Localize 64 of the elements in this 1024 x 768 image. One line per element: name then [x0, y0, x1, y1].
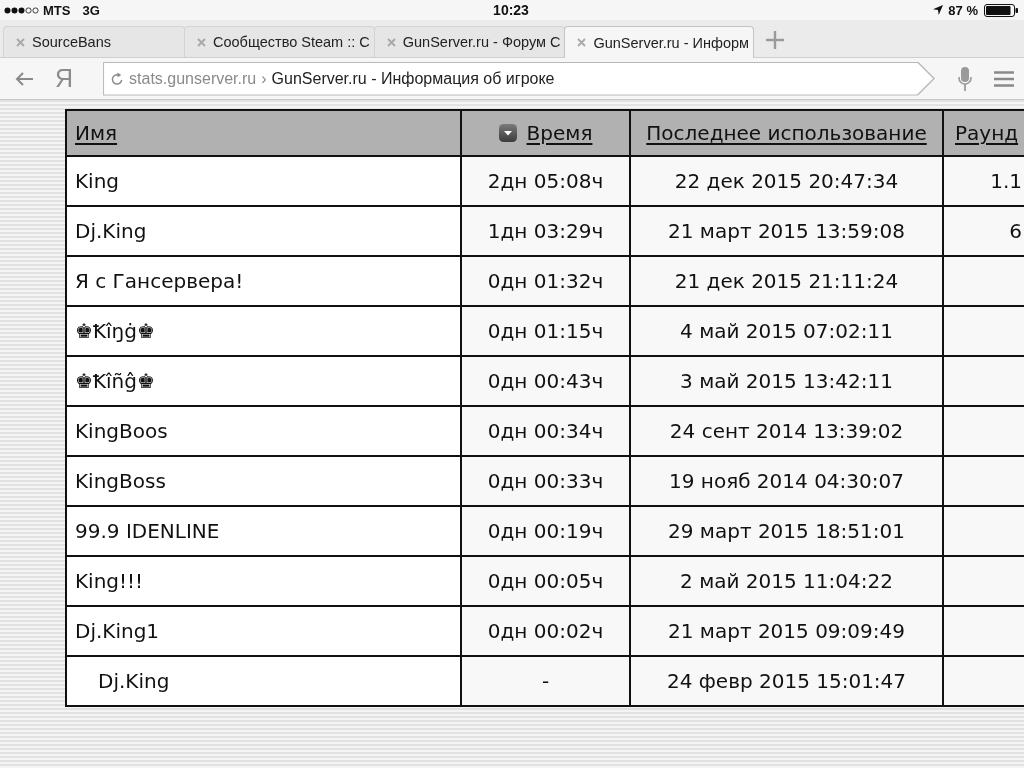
- close-icon[interactable]: [577, 38, 587, 47]
- url-separator: ›: [261, 69, 267, 88]
- column-header[interactable]: Имя: [66, 110, 461, 156]
- browser-tab[interactable]: GunServer.ru - Информ: [564, 26, 754, 58]
- table-cell: 1.1: [943, 156, 1024, 206]
- table-cell: 0дн 00:34ч: [461, 406, 630, 456]
- table-cell: 0дн 00:43ч: [461, 356, 630, 406]
- table-cell: 0дн 00:05ч: [461, 556, 630, 606]
- microphone-icon[interactable]: [958, 66, 973, 91]
- table-cell: 0дн 01:32ч: [461, 256, 630, 306]
- menu-icon[interactable]: [994, 70, 1015, 87]
- column-header[interactable]: Раунд: [943, 110, 1024, 156]
- browser-tab[interactable]: SourceBans: [3, 26, 185, 57]
- table-cell: Я с Гансервера!: [66, 256, 461, 306]
- table-cell: 0дн 00:19ч: [461, 506, 630, 556]
- table-cell: King!!!: [66, 556, 461, 606]
- table-cell: 6: [943, 206, 1024, 256]
- table-cell: 21 март 2015 13:59:08: [630, 206, 943, 256]
- table-cell: 29 март 2015 18:51:01: [630, 506, 943, 556]
- close-icon[interactable]: [16, 37, 25, 47]
- back-arrow-icon[interactable]: [15, 71, 33, 86]
- sort-down-icon[interactable]: [498, 124, 517, 142]
- table-cell: 0дн 01:15ч: [461, 306, 630, 356]
- table-cell: 19 нояб 2014 04:30:07: [630, 456, 943, 506]
- page-title: GunServer.ru - Информация об игроке: [271, 69, 555, 88]
- location-arrow-icon: [933, 5, 944, 15]
- address-field[interactable]: stats.gunserver.ru › GunServer.ru - Информация об игроке: [103, 61, 936, 96]
- table-cell: 2дн 05:08ч: [461, 156, 630, 206]
- table-cell: 4 май 2015 07:02:11: [630, 306, 943, 356]
- table-cell: 24 февр 2015 15:01:47: [630, 656, 943, 706]
- battery-percent: 87 %: [948, 2, 978, 18]
- table-cell: KingBoos: [66, 406, 461, 456]
- table-cell: 1дн 03:29ч: [461, 206, 630, 256]
- table-cell: KingBoss: [66, 456, 461, 506]
- table-cell: 21 дек 2015 21:11:24: [630, 256, 943, 306]
- battery-icon: [984, 3, 1018, 17]
- signal-dots-icon: [4, 6, 39, 14]
- table-cell: Dj.King: [66, 656, 461, 706]
- table-cell: 0дн 00:02ч: [461, 606, 630, 656]
- table-cell: 3 май 2015 13:42:11: [630, 356, 943, 406]
- table-cell: 24 сент 2014 13:39:02: [630, 406, 943, 456]
- browser-tab[interactable]: GunServer.ru - Форум С: [373, 26, 566, 57]
- table-cell: 22 дек 2015 20:47:34: [630, 156, 943, 206]
- network-type: 3G: [82, 2, 100, 18]
- carrier-name: MTS: [43, 2, 71, 18]
- close-icon[interactable]: [197, 37, 206, 47]
- table-cell: Dj.King: [66, 206, 461, 256]
- plus-icon[interactable]: [766, 31, 784, 49]
- table-cell: ♚Ꝁîŋġ♚: [66, 306, 461, 356]
- close-icon[interactable]: [386, 37, 396, 47]
- clock-time: 10:23: [493, 2, 529, 18]
- table-cell: Dj.King1: [66, 606, 461, 656]
- table-cell: King: [66, 156, 461, 206]
- table-cell: 21 март 2015 09:09:49: [630, 606, 943, 656]
- browser-tab[interactable]: Сообщество Steam :: С: [184, 26, 375, 57]
- table-cell: 0дн 00:33ч: [461, 456, 630, 506]
- table-cell: ♚Ꝁîñĝ♚: [66, 356, 461, 406]
- table-cell: 2 май 2015 11:04:22: [630, 556, 943, 606]
- reload-icon[interactable]: [111, 71, 125, 86]
- column-header[interactable]: Последнее использование: [630, 110, 943, 156]
- url-host: stats.gunserver.ru: [129, 69, 257, 88]
- table-cell: -: [461, 656, 630, 706]
- column-header[interactable]: Время: [461, 110, 630, 156]
- table-cell: 99.9 IDENLINE: [66, 506, 461, 556]
